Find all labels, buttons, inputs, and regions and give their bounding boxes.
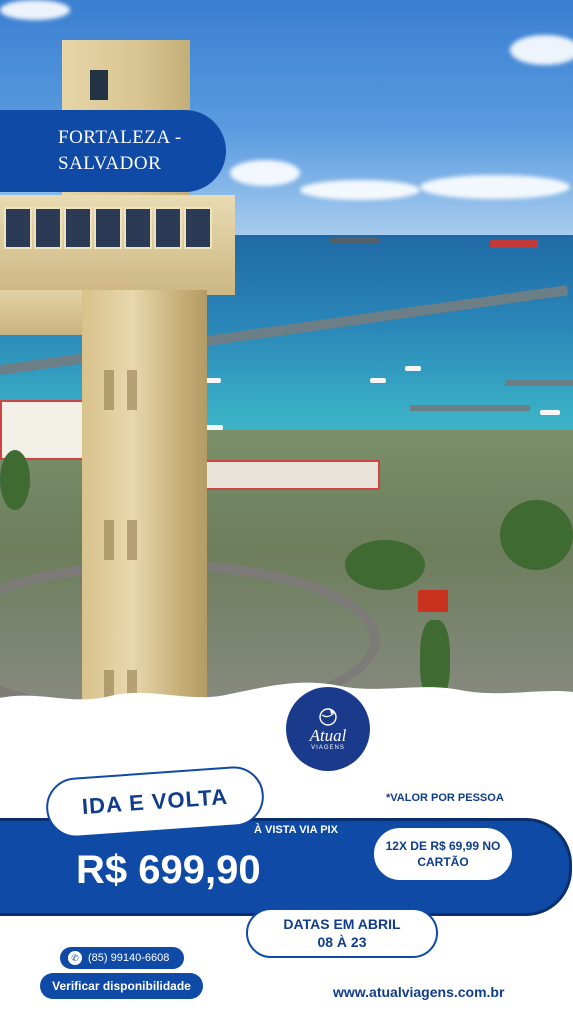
dates-line-2: 08 À 23 — [317, 934, 367, 950]
price: R$ 699,90 — [76, 848, 261, 892]
per-person-note: *VALOR POR PESSOA — [386, 792, 504, 804]
cloud — [230, 160, 300, 186]
ship — [330, 238, 380, 244]
tree — [345, 540, 425, 590]
pier — [505, 380, 573, 386]
brand-logo: Atual VIAGENS — [286, 687, 370, 771]
check-availability-button[interactable]: Verificar disponibilidade — [40, 973, 203, 999]
cloud — [510, 35, 573, 65]
logo-subtitle: VIAGENS — [311, 745, 345, 751]
installments-line-1: 12X DE R$ 69,99 NO — [385, 839, 501, 853]
cloud — [420, 175, 570, 199]
pier — [410, 405, 530, 411]
payment-note: À VISTA VIA PIX — [254, 824, 338, 836]
elevator-deck — [0, 195, 235, 295]
phone-number: (85) 99140-6608 — [88, 952, 170, 964]
building — [195, 460, 380, 490]
tree — [500, 500, 573, 570]
phone-contact[interactable]: ✆ (85) 99140-6608 — [60, 947, 184, 969]
elevator-arm — [0, 290, 95, 335]
title-line-2: SALVADOR — [58, 153, 162, 174]
whatsapp-icon: ✆ — [68, 951, 82, 965]
bus — [418, 590, 448, 612]
cloud — [300, 180, 420, 200]
boat — [540, 410, 560, 415]
boat — [205, 378, 221, 383]
boat — [370, 378, 386, 383]
title-line-1: FORTALEZA - — [58, 127, 182, 148]
logo-brand: Atual — [309, 726, 347, 745]
cloud — [0, 0, 70, 20]
dates-line-1: DATAS EM ABRIL — [283, 916, 401, 932]
globe-plane-icon — [319, 708, 337, 726]
ship — [490, 240, 538, 248]
tree — [0, 450, 30, 510]
destination-title: FORTALEZA - SALVADOR — [0, 110, 226, 192]
boat — [405, 366, 421, 371]
dates-badge: DATAS EM ABRIL 08 À 23 — [246, 908, 438, 958]
website-link[interactable]: www.atualviagens.com.br — [333, 984, 504, 1000]
installments-badge: 12X DE R$ 69,99 NO CARTÃO — [372, 826, 514, 882]
installments-line-2: CARTÃO — [417, 855, 469, 869]
